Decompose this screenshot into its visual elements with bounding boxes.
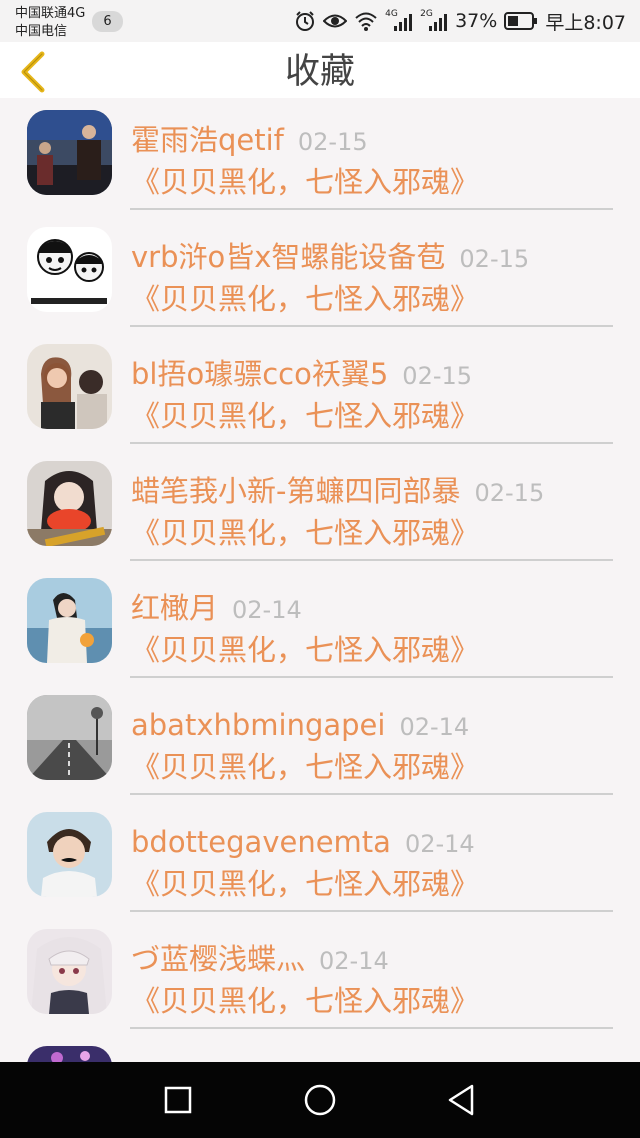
- favorites-list[interactable]: 霍雨浩qetif 02-15 《贝贝黑化，七怪入邪魂》 vrb浒o皆x智螺能设备苞…: [0, 98, 640, 1062]
- item-date: 02-14: [399, 713, 470, 741]
- item-date: 02-14: [232, 596, 302, 624]
- item-user-name: 红橄月 02-14: [131, 591, 302, 625]
- avatar: [27, 812, 112, 897]
- item-user-name: 蜡笔莪小新-第蠊四同部暴 02-15: [131, 474, 545, 508]
- item-book-title: 《贝贝黑化，七怪入邪魂》: [131, 399, 480, 433]
- divider: [130, 1027, 613, 1029]
- navigation-bar: [0, 1062, 640, 1138]
- avatar: [27, 344, 112, 429]
- home-button[interactable]: [300, 1080, 340, 1120]
- recent-apps-icon: [164, 1086, 192, 1114]
- avatar: [27, 929, 112, 1014]
- divider: [130, 208, 613, 210]
- avatar: [27, 227, 112, 312]
- item-user-name: づ蓝樱浅蝶灬 02-14: [131, 942, 389, 976]
- battery-percent: 37%: [455, 10, 498, 32]
- signal-icon: [394, 14, 413, 31]
- page-title: 收藏: [284, 52, 355, 92]
- list-item[interactable]: abatxhbmingapei 02-14 《贝贝黑化，七怪入邪魂》: [0, 683, 640, 800]
- item-user-name: abatxhbmingapei 02-14: [131, 708, 470, 742]
- clock: 早上8:07: [545, 11, 626, 34]
- carrier-primary: 中国联通4G: [15, 6, 86, 21]
- signal-icon: [429, 14, 448, 31]
- divider: [130, 676, 613, 678]
- divider: [130, 559, 613, 561]
- list-item[interactable]: 蜡笔莪小新-第蠊四同部暴 02-15 《贝贝黑化，七怪入邪魂》: [0, 449, 640, 566]
- list-item[interactable]: づ蓝樱浅蝶灬 02-14 《贝贝黑化，七怪入邪魂》: [0, 917, 640, 1034]
- list-item[interactable]: [0, 1034, 640, 1062]
- avatar: [27, 695, 112, 780]
- item-user-name: vrb浒o皆x智螺能设备苞 02-15: [131, 240, 530, 274]
- home-icon: [304, 1084, 336, 1116]
- header: 收藏: [0, 42, 640, 98]
- item-user-name: bdottegavenemta 02-14: [131, 825, 475, 859]
- item-book-title: 《贝贝黑化，七怪入邪魂》: [131, 282, 480, 316]
- eye-icon: [323, 14, 348, 28]
- item-date: 02-15: [297, 128, 368, 156]
- item-book-title: 《贝贝黑化，七怪入邪魂》: [131, 984, 480, 1018]
- divider: [130, 793, 613, 795]
- avatar: [27, 578, 112, 663]
- item-date: 02-14: [319, 947, 389, 975]
- avatar: [27, 1046, 112, 1062]
- status-bar: 中国联通4G 中国电信 6 4G 2G 37% 早上8:07: [0, 0, 640, 42]
- back-nav-button[interactable]: [442, 1080, 482, 1120]
- recent-apps-button[interactable]: [158, 1080, 198, 1120]
- item-book-title: 《贝贝黑化，七怪入邪魂》: [131, 516, 480, 550]
- notification-count-badge: 6: [92, 11, 123, 32]
- list-item[interactable]: bl捂o璩骠cco袄翼5 02-15 《贝贝黑化，七怪入邪魂》: [0, 332, 640, 449]
- item-date: 02-15: [474, 479, 545, 507]
- item-book-title: 《贝贝黑化，七怪入邪魂》: [131, 165, 480, 199]
- status-icons: 4G 2G 37% 早上8:07: [294, 9, 626, 34]
- item-book-title: 《贝贝黑化，七怪入邪魂》: [131, 867, 480, 901]
- signal-2g: 2G: [420, 9, 448, 33]
- item-date: 02-14: [404, 830, 475, 858]
- divider: [130, 910, 613, 912]
- carrier-secondary: 中国电信: [15, 24, 68, 39]
- avatar: [27, 110, 112, 195]
- item-book-title: 《贝贝黑化，七怪入邪魂》: [131, 633, 480, 667]
- avatar: [27, 461, 112, 546]
- divider: [130, 325, 613, 327]
- battery-icon: [504, 12, 538, 30]
- signal-4g: 4G: [385, 9, 413, 33]
- list-item[interactable]: bdottegavenemta 02-14 《贝贝黑化，七怪入邪魂》: [0, 800, 640, 917]
- item-book-title: 《贝贝黑化，七怪入邪魂》: [131, 750, 480, 784]
- item-user-name: bl捂o璩骠cco袄翼5 02-15: [131, 357, 473, 391]
- item-user-name: 霍雨浩qetif 02-15: [131, 123, 368, 157]
- wifi-icon: [355, 12, 377, 31]
- list-item[interactable]: 红橄月 02-14 《贝贝黑化，七怪入邪魂》: [0, 566, 640, 683]
- item-date: 02-15: [459, 245, 530, 273]
- item-date: 02-15: [402, 362, 473, 390]
- list-item[interactable]: 霍雨浩qetif 02-15 《贝贝黑化，七怪入邪魂》: [0, 98, 640, 215]
- list-item[interactable]: vrb浒o皆x智螺能设备苞 02-15 《贝贝黑化，七怪入邪魂》: [0, 215, 640, 332]
- alarm-icon: [296, 11, 315, 31]
- back-triangle-icon: [448, 1084, 474, 1116]
- divider: [130, 442, 613, 444]
